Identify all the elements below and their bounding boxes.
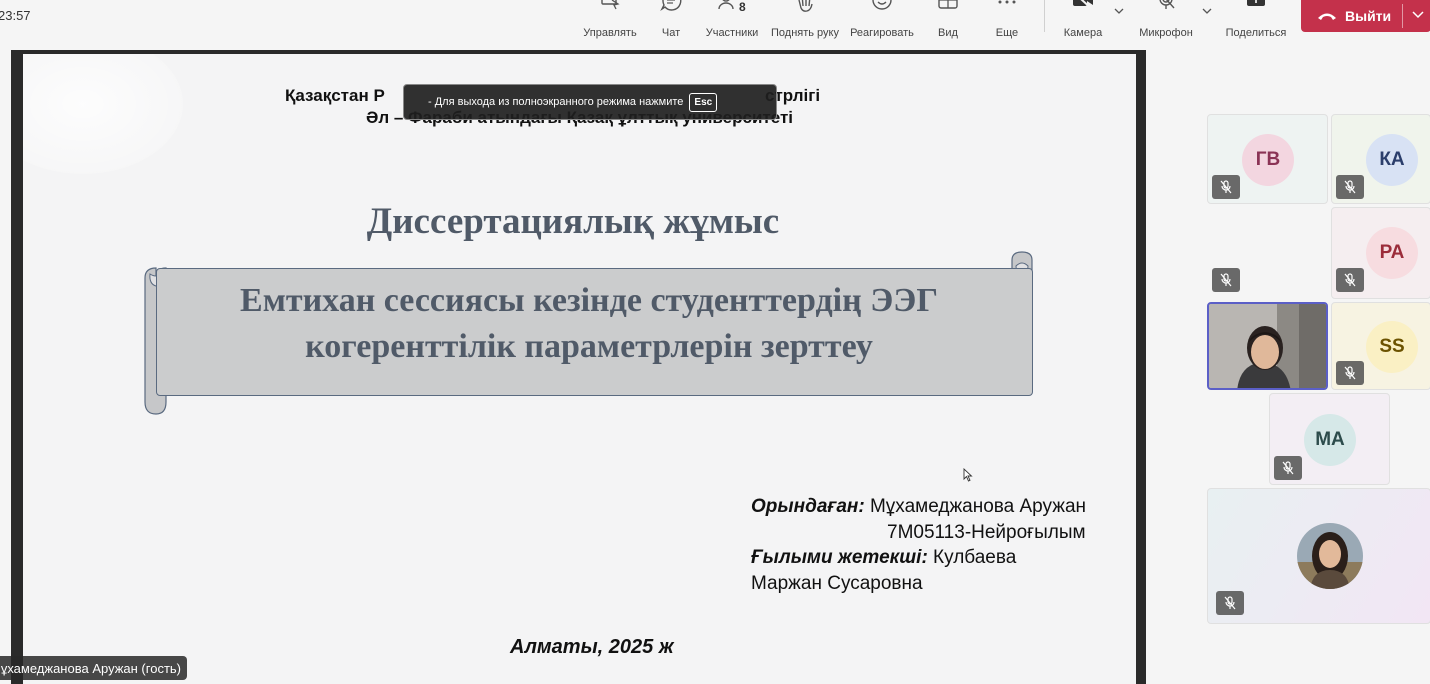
participant-tile[interactable]: SS (1331, 302, 1430, 390)
participant-video (1209, 304, 1326, 388)
participant-tile[interactable]: КА (1331, 114, 1430, 204)
muted-mic-icon (1336, 268, 1364, 292)
muted-mic-icon (1274, 456, 1302, 480)
avatar: КА (1366, 134, 1418, 186)
mic-off-icon (1159, 0, 1175, 9)
chat-icon (660, 0, 682, 12)
slide-subtitle: Диссертациялық жұмыс (366, 201, 780, 242)
fullscreen-exit-toast: - Для выхода из полноэкранного режима на… (403, 84, 777, 120)
avatar: РА (1366, 227, 1418, 279)
chat-button[interactable]: Чат (656, 0, 686, 42)
avatar: МА (1304, 414, 1356, 466)
muted-mic-icon (1212, 175, 1240, 199)
participant-tile[interactable] (1207, 207, 1328, 299)
program-code: 7M05113-Нейроғылым (887, 521, 1086, 543)
raise-hand-button[interactable]: Поднять руку (768, 0, 842, 42)
thesis-title: Емтихан сессиясы кезінде студенттердің Э… (240, 282, 938, 365)
participant-tile[interactable]: ГВ (1207, 114, 1328, 204)
mic-options-chevron-icon[interactable] (1200, 4, 1214, 18)
camera-button[interactable]: Камера (1061, 0, 1105, 42)
react-button[interactable]: Реагировать (849, 0, 915, 42)
participant-tile[interactable]: МА (1269, 393, 1390, 485)
more-button[interactable]: Еще (994, 0, 1020, 42)
microphone-button[interactable]: Микрофон (1136, 0, 1196, 42)
participants-button[interactable]: 8 Участники (703, 0, 761, 42)
toolbar-divider (1044, 0, 1045, 32)
participant-tile[interactable] (1207, 488, 1430, 624)
manage-icon (601, 0, 620, 10)
city-year: Алматы, 2025 ж (510, 636, 674, 658)
avatar: SS (1366, 321, 1418, 373)
camera-options-chevron-icon[interactable] (1112, 4, 1126, 18)
author-block: Орындаған: Мұхамеджанова Аружан 7M05113-… (751, 494, 1131, 596)
supervisor-label: Ғылыми жетекші: (751, 547, 928, 568)
hand-icon (798, 0, 813, 12)
presentation-slide: Қазақстан Р стрлігі Әл – Фараби атындағы… (23, 54, 1136, 684)
performed-label: Орындаған: (751, 496, 865, 517)
grid-view-icon (938, 0, 958, 9)
participants-count: 8 (739, 0, 746, 14)
muted-mic-icon (1212, 268, 1240, 292)
hang-up-icon (1318, 13, 1336, 20)
muted-mic-icon (1216, 591, 1244, 615)
muted-mic-icon (1336, 361, 1364, 385)
people-icon (718, 0, 734, 10)
esc-key-hint: Esc (689, 92, 718, 112)
active-speaker-video-tile[interactable] (1207, 302, 1328, 390)
leave-button[interactable]: Выйти (1301, 0, 1430, 32)
supervisor-name: Маржан Сусаровна (751, 572, 923, 594)
meeting-timer: 23:57 (0, 8, 31, 23)
avatar: ГВ (1242, 134, 1294, 186)
shared-screen: Қазақстан Р стрлігі Әл – Фараби атындағы… (11, 50, 1146, 684)
manage-button[interactable]: Управлять (582, 0, 638, 42)
leave-options-chevron-icon[interactable] (1411, 8, 1425, 22)
supervisor-surname: Кулбаева (927, 547, 1017, 568)
camera-off-icon (1073, 0, 1094, 11)
presenter-name-tag: Мұхамеджанова Аружан (гость) (0, 656, 188, 680)
meeting-toolbar: 23:57 Управлять Чат 8 Участники Поднять … (0, 0, 1430, 46)
student-name: Мұхамеджанова Аружан (864, 496, 1087, 517)
profile-photo (1297, 523, 1363, 589)
leave-divider (1402, 4, 1403, 28)
smiley-icon (872, 0, 892, 10)
more-dots-icon (998, 0, 1016, 4)
share-button[interactable]: Поделиться (1224, 0, 1288, 42)
title-scroll-banner: Емтихан сессиясы кезінде студенттердің Э… (144, 244, 1039, 424)
share-icon (1247, 0, 1265, 6)
participant-tile[interactable]: РА (1331, 207, 1430, 299)
mouse-cursor-icon (963, 468, 973, 482)
muted-mic-icon (1336, 175, 1364, 199)
view-button[interactable]: Вид (934, 0, 962, 42)
